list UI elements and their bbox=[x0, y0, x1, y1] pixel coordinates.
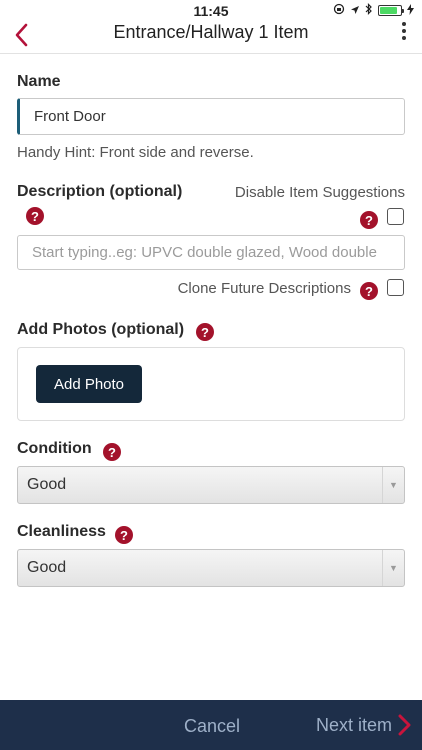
clone-help-icon[interactable]: ? bbox=[360, 282, 378, 300]
nav-bar: Entrance/Hallway 1 Item bbox=[0, 20, 422, 54]
add-photos-label: Add Photos (optional) bbox=[17, 321, 185, 338]
clone-descriptions-label: Clone Future Descriptions bbox=[177, 280, 351, 297]
status-icons bbox=[333, 3, 414, 18]
condition-label: Condition bbox=[17, 440, 92, 457]
next-item-button[interactable]: Next item bbox=[316, 714, 412, 736]
description-label: Description (optional) bbox=[17, 183, 183, 200]
photo-area: Add Photo bbox=[17, 347, 405, 421]
status-bar: 11:45 bbox=[0, 0, 422, 20]
page-title: Entrance/Hallway 1 Item bbox=[113, 22, 309, 42]
disable-suggestions-checkbox[interactable] bbox=[387, 208, 404, 225]
clone-descriptions-checkbox[interactable] bbox=[387, 279, 404, 296]
back-button[interactable] bbox=[6, 20, 36, 50]
cleanliness-help-icon[interactable]: ? bbox=[115, 526, 133, 544]
condition-select[interactable]: Good ▼ bbox=[17, 466, 405, 504]
name-hint: Handy Hint: Front side and reverse. bbox=[17, 144, 254, 161]
location-icon bbox=[350, 4, 360, 18]
cleanliness-label: Cleanliness bbox=[17, 523, 106, 540]
condition-value: Good bbox=[27, 476, 67, 493]
chevron-left-icon bbox=[15, 23, 28, 47]
next-item-label: Next item bbox=[315, 714, 392, 735]
photos-help-icon[interactable]: ? bbox=[196, 323, 214, 341]
name-input[interactable]: Front Door bbox=[17, 98, 405, 135]
bluetooth-icon bbox=[365, 3, 373, 18]
dropdown-arrow-icon: ▼ bbox=[382, 550, 404, 586]
name-input-value: Front Door bbox=[34, 108, 106, 125]
description-placeholder: Start typing..eg: UPVC double glazed, Wo… bbox=[32, 244, 377, 261]
disable-suggestions-help-icon[interactable]: ? bbox=[360, 211, 378, 229]
battery-icon bbox=[378, 5, 404, 16]
cleanliness-value: Good bbox=[27, 559, 67, 576]
cleanliness-select[interactable]: Good ▼ bbox=[17, 549, 405, 587]
name-label: Name bbox=[17, 73, 61, 90]
description-input[interactable]: Start typing..eg: UPVC double glazed, Wo… bbox=[17, 235, 405, 270]
bottom-bar: Cancel Next item bbox=[0, 700, 422, 750]
description-help-icon[interactable]: ? bbox=[26, 207, 44, 225]
disable-suggestions-label: Disable Item Suggestions bbox=[234, 184, 405, 201]
cancel-button[interactable]: Cancel bbox=[184, 716, 240, 737]
add-photo-button[interactable]: Add Photo bbox=[36, 365, 142, 403]
rotation-lock-icon bbox=[333, 3, 345, 18]
dropdown-arrow-icon: ▼ bbox=[382, 467, 404, 503]
more-menu-icon[interactable] bbox=[400, 20, 408, 42]
condition-help-icon[interactable]: ? bbox=[103, 443, 121, 461]
charging-icon bbox=[407, 3, 414, 18]
chevron-right-icon bbox=[398, 714, 411, 736]
